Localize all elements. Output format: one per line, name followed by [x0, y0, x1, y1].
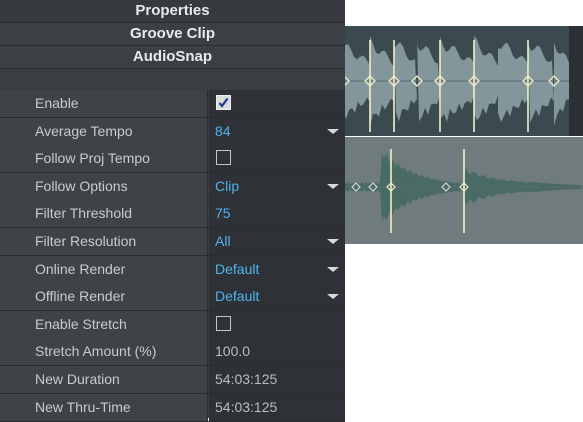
- audio-clip-top[interactable]: [336, 26, 583, 136]
- enable-checkbox-cell[interactable]: [209, 90, 345, 117]
- chevron-down-icon[interactable]: [327, 266, 339, 272]
- offline-render-value[interactable]: Default: [209, 283, 345, 311]
- property-value-text: All: [215, 233, 231, 249]
- property-label: Enable Stretch: [0, 310, 208, 338]
- chevron-down-icon[interactable]: [327, 294, 339, 300]
- property-value-text: 100.0: [215, 343, 251, 360]
- property-row-enable-stretch: Enable Stretch: [0, 310, 345, 339]
- property-value-text: Default: [215, 288, 260, 305]
- waveform-bottom: [336, 137, 583, 244]
- panel-title: Properties: [0, 0, 345, 23]
- filter-threshold-value[interactable]: 75: [209, 200, 345, 228]
- property-value-text: 75: [215, 205, 231, 222]
- property-value-text: 54:03:125: [215, 371, 278, 387]
- property-value-text: Default: [215, 260, 260, 277]
- new-thru-time-value: 54:03:125: [209, 393, 345, 421]
- property-label: Follow Proj Tempo: [0, 145, 208, 173]
- property-row-online-render: Online Render Default: [0, 255, 345, 284]
- chevron-down-icon[interactable]: [327, 239, 339, 244]
- property-label: Average Tempo: [0, 117, 208, 145]
- follow-proj-tempo-checkbox[interactable]: [216, 150, 231, 166]
- property-row-new-thru-time: New Thru-Time 54:03:125: [0, 393, 345, 422]
- property-row-offline-render: Offline Render Default: [0, 283, 345, 312]
- filter-resolution-value[interactable]: All: [209, 228, 345, 255]
- follow-proj-tempo-checkbox-cell[interactable]: [209, 145, 345, 173]
- enable-stretch-checkbox-cell[interactable]: [209, 310, 345, 338]
- property-label: New Thru-Time: [0, 393, 208, 421]
- property-label: Filter Resolution: [0, 228, 208, 255]
- stretch-amount-value: 100.0: [209, 338, 345, 366]
- section-header-audiosnap[interactable]: AudioSnap: [0, 46, 345, 69]
- property-label: Follow Options: [0, 172, 208, 200]
- property-value-text: 54:03:125: [215, 398, 278, 415]
- clip-gap: [569, 26, 583, 136]
- chevron-down-icon[interactable]: [327, 128, 339, 134]
- average-tempo-value[interactable]: 84: [209, 117, 345, 145]
- waveform-top: [336, 26, 569, 136]
- audio-clip-bottom[interactable]: [336, 137, 583, 244]
- property-row-new-duration: New Duration 54:03:125: [0, 366, 345, 394]
- property-label: Offline Render: [0, 283, 208, 311]
- property-value-text: 84: [215, 122, 231, 139]
- property-label: Stretch Amount (%): [0, 338, 208, 366]
- section-header-groove-clip[interactable]: Groove Clip: [0, 23, 345, 46]
- check-icon: [218, 97, 229, 108]
- new-duration-value: 54:03:125: [209, 366, 345, 393]
- property-row-enable: Enable: [0, 90, 345, 118]
- property-row-filter-threshold: Filter Threshold 75: [0, 200, 345, 229]
- follow-options-value[interactable]: Clip: [209, 172, 345, 200]
- enable-checkbox[interactable]: [216, 95, 231, 110]
- property-row-stretch-amount: Stretch Amount (%) 100.0: [0, 338, 345, 367]
- property-row-follow-options: Follow Options Clip: [0, 172, 345, 201]
- properties-panel: Properties Groove Clip AudioSnap Enable A…: [0, 0, 345, 422]
- property-label: Filter Threshold: [0, 200, 208, 228]
- waveform-bottom-svg: [336, 149, 583, 233]
- enable-stretch-checkbox[interactable]: [216, 315, 231, 331]
- chevron-down-icon[interactable]: [327, 183, 339, 189]
- online-render-value[interactable]: Default: [209, 255, 345, 283]
- waveform-top-svg: [336, 35, 569, 132]
- property-label: Enable: [0, 90, 208, 117]
- property-row-filter-resolution: Filter Resolution All: [0, 228, 345, 256]
- property-row-follow-proj-tempo: Follow Proj Tempo: [0, 145, 345, 174]
- property-label: New Duration: [0, 366, 208, 393]
- property-value-text: Clip: [215, 177, 240, 194]
- property-label: Online Render: [0, 255, 208, 283]
- property-row-average-tempo: Average Tempo 84: [0, 117, 345, 146]
